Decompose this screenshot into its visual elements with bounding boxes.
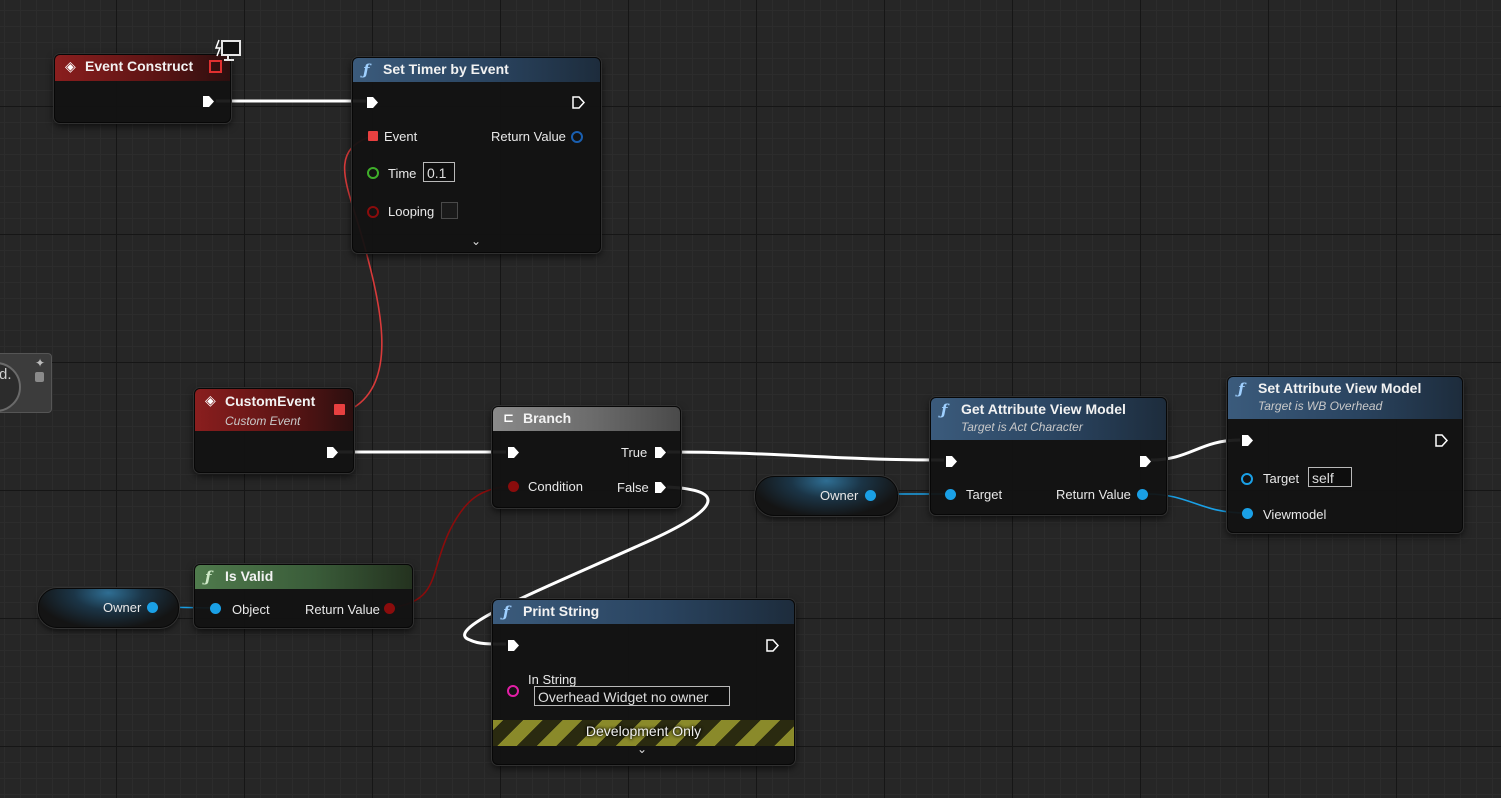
- event-pin[interactable]: [368, 131, 378, 141]
- in-string-pin[interactable]: [507, 685, 519, 697]
- is-valid-node[interactable]: ƒ Is Valid Object Return Value: [194, 564, 413, 628]
- get-attribute-view-model-node[interactable]: ƒ Get Attribute View Model Target is Act…: [930, 397, 1167, 515]
- function-icon: ƒ: [363, 61, 370, 79]
- object-pin[interactable]: [210, 603, 221, 614]
- exec-wire-true-to-getvm: [666, 450, 945, 462]
- branch-node[interactable]: ⊏ Branch True Condition False: [492, 406, 681, 508]
- owner-out-pin[interactable]: [865, 490, 876, 501]
- node-header: ƒ Get Attribute View Model Target is Act…: [931, 398, 1166, 440]
- exec-in-pin[interactable]: [366, 96, 379, 109]
- variable-label: Owner: [103, 600, 142, 615]
- exec-in-pin[interactable]: [1241, 434, 1254, 447]
- owner-variable-node-2[interactable]: Owner: [755, 476, 898, 516]
- in-string-label: In String: [528, 672, 577, 687]
- target-pin[interactable]: [945, 489, 956, 500]
- exec-in-pin[interactable]: [507, 639, 520, 652]
- return-value-pin[interactable]: [1137, 489, 1148, 500]
- node-subtitle: Custom Event: [225, 414, 301, 428]
- exec-out-pin[interactable]: [1435, 434, 1448, 447]
- pin-icon[interactable]: ✦: [35, 356, 45, 370]
- time-pin[interactable]: [367, 167, 379, 179]
- event-pin-label: Event: [384, 129, 418, 144]
- viewmodel-pin-label: Viewmodel: [1263, 507, 1327, 522]
- offscreen-node-partial[interactable]: d. ✦: [0, 353, 52, 413]
- node-title: Print String: [523, 603, 600, 619]
- exec-out-pin[interactable]: [572, 96, 585, 109]
- print-string-node[interactable]: ƒ Print String In String Overhead Widget…: [492, 599, 795, 765]
- node-title: Set Attribute View Model: [1258, 380, 1422, 396]
- function-icon: ƒ: [1238, 380, 1245, 398]
- function-icon: ƒ: [205, 568, 212, 586]
- target-pin-label: Target: [1263, 471, 1300, 486]
- node-header: ◈ CustomEvent Custom Event: [195, 389, 353, 431]
- return-value-label: Return Value: [1056, 487, 1131, 502]
- owner-variable-node[interactable]: Owner: [38, 588, 179, 628]
- false-exec-pin[interactable]: [654, 481, 667, 494]
- save-icon: [35, 372, 44, 382]
- node-title: CustomEvent: [225, 393, 316, 409]
- in-string-input[interactable]: Overhead Widget no owner: [534, 686, 730, 706]
- exec-out-pin[interactable]: [326, 446, 339, 459]
- return-value-pin[interactable]: [571, 131, 583, 143]
- network-monitor-icon: [214, 38, 242, 64]
- node-header: ⊏ Branch: [493, 407, 680, 431]
- owner-out-pin[interactable]: [147, 602, 158, 613]
- node-subtitle: Target is Act Character: [961, 420, 1083, 434]
- event-construct-node[interactable]: ◈ Event Construct: [54, 54, 231, 123]
- node-header: ƒ Print String: [493, 600, 794, 624]
- looping-pin-label: Looping: [388, 204, 435, 219]
- node-header: ƒ Set Timer by Event: [353, 58, 600, 82]
- true-exec-pin[interactable]: [654, 446, 667, 459]
- node-header: ◈ Event Construct: [55, 55, 230, 81]
- true-pin-label: True: [621, 445, 648, 460]
- object-pin-label: Object: [232, 602, 270, 617]
- branch-icon: ⊏: [503, 411, 514, 426]
- node-header: ƒ Set Attribute View Model Target is WB …: [1228, 377, 1462, 419]
- set-attribute-view-model-node[interactable]: ƒ Set Attribute View Model Target is WB …: [1227, 376, 1463, 533]
- node-title: Event Construct: [85, 58, 194, 74]
- looping-checkbox[interactable]: [441, 202, 458, 219]
- return-value-label: Return Value: [491, 129, 566, 144]
- target-pin-label: Target: [966, 487, 1003, 502]
- target-input[interactable]: self: [1308, 467, 1352, 487]
- function-icon: ƒ: [941, 401, 948, 419]
- looping-pin[interactable]: [367, 206, 379, 218]
- return-value-label: Return Value: [305, 602, 380, 617]
- exec-out-pin[interactable]: [766, 639, 779, 652]
- node-title: Is Valid: [225, 568, 274, 584]
- event-diamond-icon: ◈: [205, 393, 216, 409]
- target-pin[interactable]: [1241, 473, 1253, 485]
- time-pin-label: Time: [388, 166, 417, 181]
- node-subtitle: Target is WB Overhead: [1258, 399, 1383, 413]
- exec-out-pin[interactable]: [202, 95, 215, 108]
- condition-pin[interactable]: [508, 481, 519, 492]
- time-input[interactable]: 0.1: [423, 162, 455, 182]
- event-diamond-icon: ◈: [65, 59, 76, 75]
- node-title: Branch: [523, 410, 572, 426]
- node-header: ƒ Is Valid: [195, 565, 412, 589]
- set-timer-by-event-node[interactable]: ƒ Set Timer by Event Event Return Value …: [352, 57, 601, 253]
- viewmodel-pin[interactable]: [1242, 508, 1253, 519]
- exec-in-pin[interactable]: [945, 455, 958, 468]
- variable-label: Owner: [820, 488, 859, 503]
- chevron-down-icon[interactable]: ⌄: [637, 742, 647, 756]
- delegate-pin[interactable]: [334, 404, 345, 415]
- exec-in-pin[interactable]: [507, 446, 520, 459]
- condition-pin-label: Condition: [528, 479, 583, 494]
- custom-event-node[interactable]: ◈ CustomEvent Custom Event: [194, 388, 354, 473]
- ghost-text: d.: [0, 366, 12, 383]
- node-title: Set Timer by Event: [383, 61, 509, 77]
- false-pin-label: False: [617, 480, 649, 495]
- node-title: Get Attribute View Model: [961, 401, 1126, 417]
- function-icon: ƒ: [503, 603, 510, 621]
- development-only-label: Development Only: [585, 723, 702, 739]
- exec-out-pin[interactable]: [1139, 455, 1152, 468]
- chevron-down-icon[interactable]: ⌄: [471, 234, 481, 248]
- return-value-pin[interactable]: [384, 603, 395, 614]
